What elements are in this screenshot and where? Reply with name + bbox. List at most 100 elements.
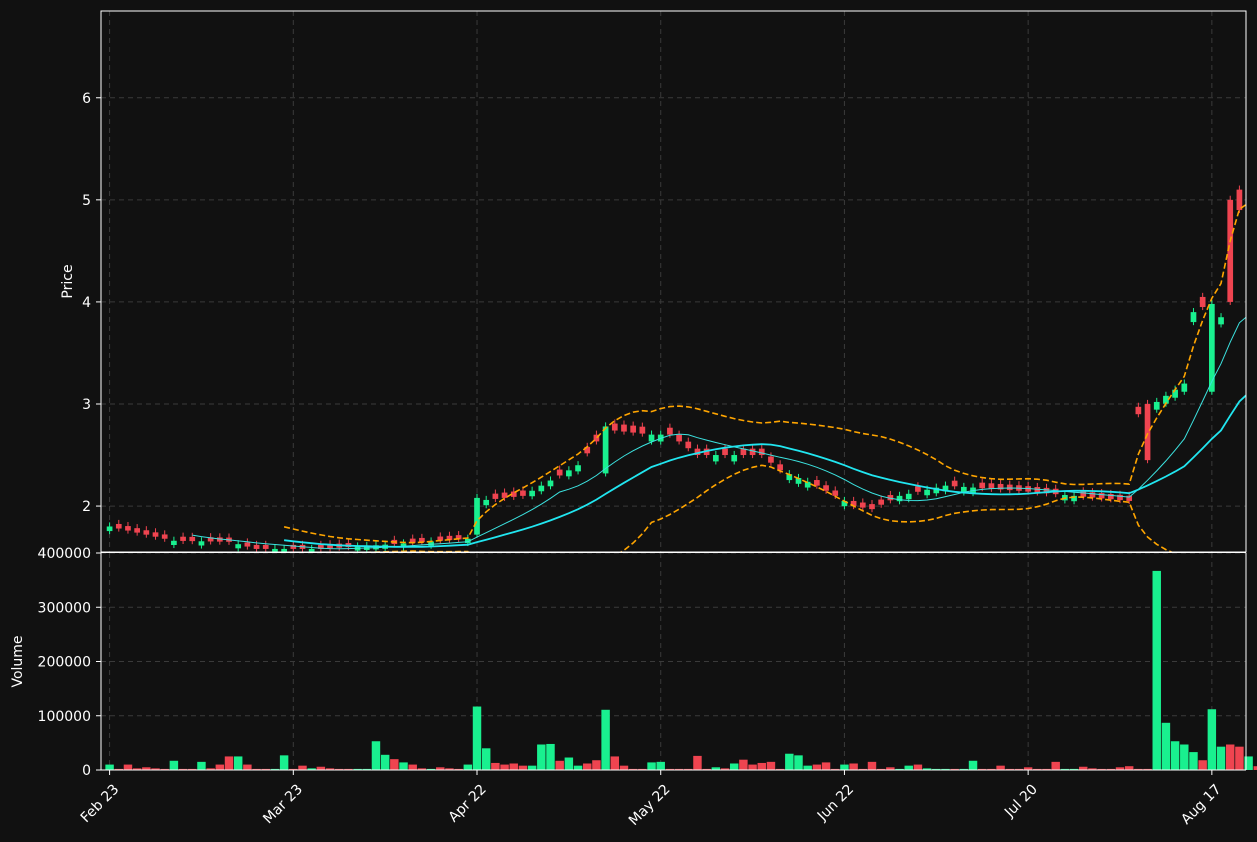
candle-bullish (648, 434, 655, 442)
candle-bearish (180, 536, 186, 541)
volume-bar (601, 709, 610, 770)
candle-bearish (1098, 493, 1105, 499)
volume-bar (573, 765, 583, 770)
x-tick-label: Jul 20 (1001, 781, 1041, 821)
candle-bearish (814, 480, 820, 486)
volume-bar (472, 706, 482, 770)
volume-bar (1180, 744, 1189, 770)
candle-bearish (1199, 296, 1206, 308)
candle-bullish (575, 465, 581, 472)
volume-bar (968, 760, 978, 770)
x-tick-label: Feb 23 (78, 781, 123, 826)
volume-bar (537, 744, 546, 770)
volume-bar (169, 760, 179, 770)
volume-bar (1225, 744, 1235, 770)
candle-bearish (143, 530, 150, 535)
volume-bar (518, 765, 528, 770)
candle-bullish (602, 426, 609, 474)
candle-bullish (474, 497, 480, 535)
volume-bar (766, 761, 776, 770)
volume-bar (803, 765, 812, 770)
volume-bar (583, 763, 592, 770)
candle-bullish (106, 526, 113, 532)
volume-bar (1152, 570, 1161, 770)
volume-bar (371, 741, 381, 770)
candle-bearish (1080, 491, 1087, 497)
candle-bullish (483, 499, 490, 506)
volume-bar (849, 763, 858, 770)
candle-bearish (189, 536, 196, 542)
price-panel-plot (106, 185, 1246, 552)
volume-bar (509, 763, 518, 770)
volume-bar (399, 762, 408, 770)
candle-bearish (1135, 406, 1142, 415)
candle-bearish (152, 532, 159, 537)
candle-bullish (1218, 317, 1224, 325)
candle-bearish (492, 493, 499, 499)
price-tick-label: 3 (82, 397, 91, 413)
candle-bullish (896, 495, 903, 502)
volume-bar (1170, 741, 1180, 770)
candle-bullish (712, 455, 719, 462)
candle-bearish (621, 424, 627, 432)
volume-bar (1207, 709, 1217, 770)
candle-bearish (262, 544, 269, 549)
candle-bullish (1153, 401, 1160, 410)
price-tick-label: 5 (82, 193, 91, 209)
candle-bearish (722, 448, 728, 456)
candle-bearish (1006, 484, 1013, 491)
volume-bar (298, 765, 307, 770)
volume-bar (390, 759, 399, 770)
volume-tick-label: 200000 (38, 655, 91, 671)
volume-bars (105, 570, 1257, 770)
volume-bar (812, 764, 822, 770)
volume-bar (555, 760, 564, 770)
candle-bearish (685, 441, 692, 449)
volume-bar (729, 763, 739, 770)
candle-bearish (676, 434, 682, 442)
candle-bullish (1181, 383, 1188, 392)
candle-bullish (171, 540, 177, 546)
volume-bar (481, 748, 491, 770)
candle-bullish (547, 480, 554, 487)
candle-bearish (1144, 403, 1151, 461)
chart-figure: 2 3 4 5 6 0 100000 200000 300000 400000 Feb 23 Mar … (0, 0, 1257, 842)
volume-bar (380, 754, 390, 770)
volume-bar (279, 755, 289, 770)
candle-bearish (501, 492, 508, 498)
candle-bearish (859, 502, 866, 508)
candle-bearish (611, 423, 618, 431)
volume-bar (224, 756, 234, 770)
volume-bar (527, 765, 537, 770)
candle-bearish (639, 426, 646, 434)
candle-bullish (529, 490, 535, 497)
moving-average-fast-line (192, 316, 1246, 550)
moving-average-slow-line (283, 394, 1246, 548)
volume-bar (693, 755, 702, 770)
candle-bearish (520, 490, 526, 496)
volume-bar (500, 764, 509, 770)
volume-bar (408, 764, 417, 770)
volume-bar (1216, 746, 1226, 770)
volume-bar (1124, 766, 1134, 770)
candle-bearish (758, 448, 765, 456)
candle-bearish (667, 427, 673, 435)
volume-bar (867, 761, 877, 770)
candle-bullish (905, 493, 912, 500)
candle-bearish (979, 482, 986, 489)
volume-bar (821, 762, 831, 770)
volume-bar (546, 743, 555, 770)
price-axis-title: Price (60, 264, 76, 298)
candle-bearish (832, 490, 839, 496)
volume-tick-label: 400000 (38, 546, 91, 562)
candle-bearish (253, 544, 260, 549)
volume-bar (904, 765, 913, 770)
volume-bar (1189, 752, 1198, 770)
volume-bar (564, 757, 574, 770)
price-panel-frame (100, 10, 1247, 553)
volume-bar (1198, 760, 1207, 770)
price-tick-label: 2 (82, 499, 91, 515)
candle-bearish (878, 499, 885, 505)
candle-bullish (538, 485, 545, 492)
lower-band-line (339, 464, 1174, 552)
